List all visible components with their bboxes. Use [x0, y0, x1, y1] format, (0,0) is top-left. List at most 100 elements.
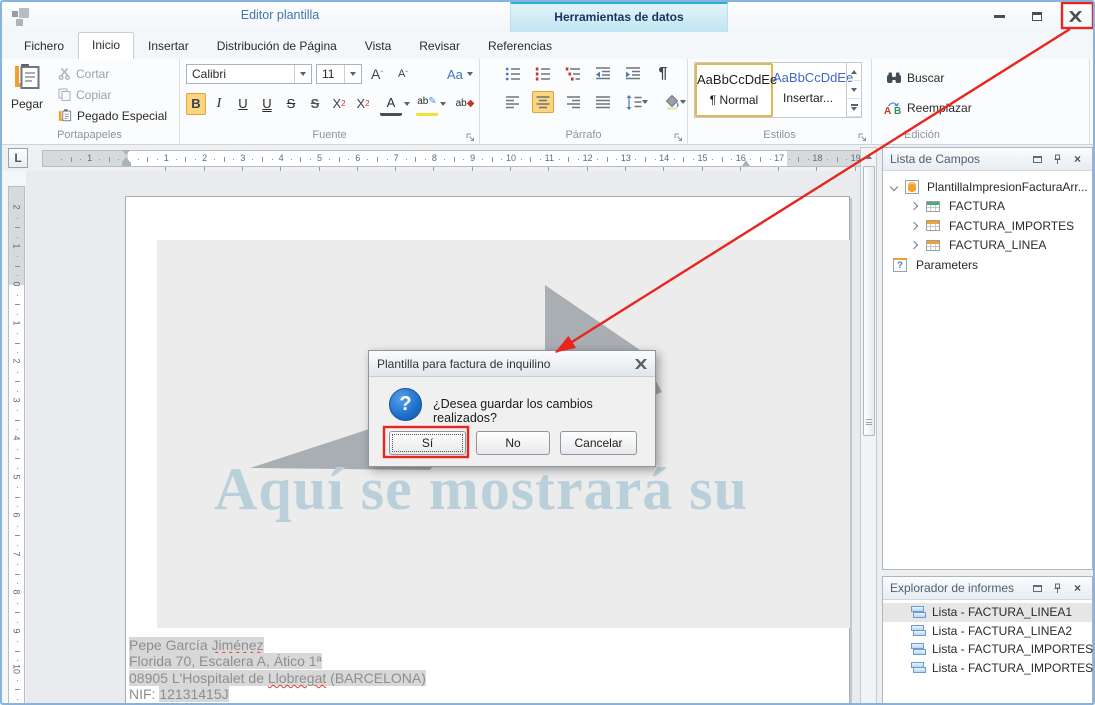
gallery-scroll-down-icon[interactable] — [847, 81, 861, 99]
increase-indent-button[interactable] — [622, 63, 644, 85]
right-indent-marker[interactable] — [742, 160, 750, 166]
restore-button[interactable] — [1027, 8, 1047, 24]
report-explorer-header[interactable]: Explorador de informes × — [883, 577, 1092, 600]
multilevel-list-button[interactable] — [562, 63, 584, 85]
report-list-item[interactable]: Lista - FACTURA_LINEA1 — [883, 603, 1092, 622]
font-size-combo[interactable]: 11 — [316, 64, 362, 84]
merge-field[interactable]: 08905 L'Hospitalet de — [129, 670, 268, 686]
tree-node-datasource[interactable]: PlantillaImpresionFacturaArr... — [883, 177, 1092, 197]
double-strikethrough-button[interactable]: S — [304, 93, 326, 115]
style-insertar[interactable]: AaBbCcDdEe Insertar... — [773, 63, 843, 117]
horizontal-ruler[interactable]: 112345678910111213141516171819 — [42, 150, 862, 167]
change-case-button[interactable]: Aa — [446, 63, 474, 85]
dialog-close-icon[interactable] — [635, 359, 647, 369]
report-list-item[interactable]: Lista - FACTURA_LINEA2 — [883, 622, 1092, 641]
bullet-list-button[interactable] — [502, 63, 524, 85]
align-right-button[interactable] — [562, 91, 584, 113]
close-button[interactable] — [1065, 8, 1085, 24]
close-panel-button[interactable]: × — [1070, 152, 1085, 166]
shrink-font-button[interactable]: Aˇ — [392, 63, 414, 85]
first-line-indent-marker[interactable] — [122, 150, 130, 155]
style-normal[interactable]: AaBbCcDdEe ¶ Normal — [695, 63, 773, 117]
cut-button[interactable]: Cortar — [58, 63, 167, 84]
font-name-combo[interactable]: Calibri — [186, 64, 312, 84]
no-button[interactable]: No — [476, 431, 550, 455]
paste-special-button[interactable]: Pegado Especial — [58, 105, 167, 126]
yes-button[interactable]: Sí — [389, 431, 466, 455]
highlight-dropdown-icon[interactable] — [440, 102, 446, 106]
merge-field[interactable]: Florida 70, Escalera A, Ático 1ª — [129, 653, 322, 669]
chevron-down-icon[interactable] — [890, 183, 898, 191]
replace-button[interactable]: AB Reemplazar — [884, 97, 972, 118]
tab-vista[interactable]: Vista — [351, 34, 405, 58]
font-color-button[interactable]: A — [380, 91, 402, 116]
merge-field[interactable]: Llobregat — [268, 670, 326, 686]
font-name-dropdown-icon[interactable] — [294, 65, 311, 83]
tree-node-parameters[interactable]: ? Parameters — [883, 255, 1092, 275]
copy-button[interactable]: Copiar — [58, 84, 167, 105]
static-text[interactable]: NIF: — [129, 686, 159, 702]
font-size-dropdown-icon[interactable] — [344, 65, 361, 83]
vertical-ruler[interactable]: 21012345678910 — [8, 186, 25, 705]
scroll-up-button[interactable] — [862, 149, 875, 164]
tab-stop-selector[interactable]: L — [8, 148, 28, 168]
parrafo-dialog-launcher-icon[interactable] — [674, 131, 684, 141]
pin-panel-button[interactable] — [1050, 152, 1065, 166]
decrease-indent-button[interactable] — [592, 63, 614, 85]
tree-node-factura[interactable]: FACTURA — [883, 197, 1092, 217]
merge-field[interactable]: Jiménez — [212, 637, 264, 653]
show-marks-button[interactable]: ¶ — [652, 63, 674, 85]
align-left-button[interactable] — [502, 91, 524, 113]
document-vertical-scrollbar[interactable] — [860, 147, 877, 705]
strikethrough-button[interactable]: S — [280, 93, 302, 115]
justify-button[interactable] — [592, 91, 614, 113]
maximize-panel-button[interactable] — [1030, 152, 1045, 166]
report-list-item[interactable]: Lista - FACTURA_IMPORTES1 — [883, 640, 1092, 659]
merge-field[interactable]: 12131415J — [159, 686, 228, 702]
report-list-item[interactable]: Lista - FACTURA_IMPORTES2 — [883, 659, 1092, 678]
minimize-button[interactable] — [989, 8, 1009, 24]
tree-node-factura-linea[interactable]: FACTURA_LINEA — [883, 236, 1092, 256]
italic-button[interactable]: I — [208, 93, 230, 115]
grow-font-button[interactable]: Aˆ — [366, 63, 388, 85]
left-indent-marker[interactable] — [122, 162, 131, 166]
tab-fichero[interactable]: Fichero — [10, 34, 78, 58]
estilos-dialog-launcher-icon[interactable] — [858, 131, 868, 141]
merge-field[interactable]: Pepe García — [129, 637, 212, 653]
scrollbar-thumb[interactable] — [863, 166, 875, 436]
close-panel-button[interactable]: × — [1070, 581, 1085, 595]
highlight-button[interactable]: ab✎ — [416, 91, 438, 116]
tab-revisar[interactable]: Revisar — [405, 34, 474, 58]
fuente-dialog-launcher-icon[interactable] — [466, 131, 476, 141]
underline-button[interactable]: U — [232, 93, 254, 115]
dialog-title-bar[interactable]: Plantilla para factura de inquilino — [369, 351, 655, 377]
subscript-button[interactable]: X2 — [352, 93, 374, 115]
numbered-list-button[interactable] — [532, 63, 554, 85]
chevron-right-icon[interactable] — [910, 222, 918, 230]
chevron-right-icon[interactable] — [910, 241, 918, 249]
cancel-button[interactable]: Cancelar — [560, 431, 637, 455]
tab-insertar[interactable]: Insertar — [134, 34, 203, 58]
shading-button[interactable] — [660, 91, 690, 113]
chevron-right-icon[interactable] — [910, 202, 918, 210]
bold-button[interactable]: B — [186, 93, 206, 115]
superscript-button[interactable]: X2 — [328, 93, 350, 115]
tab-inicio[interactable]: Inicio — [78, 32, 134, 59]
field-list-header[interactable]: Lista de Campos × — [883, 148, 1092, 171]
tree-node-factura-importes[interactable]: FACTURA_IMPORTES — [883, 216, 1092, 236]
line-spacing-button[interactable] — [622, 91, 652, 113]
double-underline-button[interactable]: U — [256, 93, 278, 115]
address-block[interactable]: Pepe García Jiménez Florida 70, Escalera… — [129, 637, 426, 703]
clear-formatting-button[interactable]: ab◆ — [454, 93, 476, 115]
font-color-dropdown-icon[interactable] — [404, 102, 410, 106]
gallery-scroll-up-icon[interactable] — [847, 63, 861, 81]
align-center-button[interactable] — [532, 91, 554, 113]
tab-distribucion-de-pagina[interactable]: Distribución de Página — [203, 34, 351, 58]
gallery-more-icon[interactable] — [847, 99, 861, 117]
pin-panel-button[interactable] — [1050, 581, 1065, 595]
styles-gallery-scrollbar[interactable] — [846, 63, 861, 117]
paste-button[interactable]: Pegar — [4, 61, 50, 127]
merge-field[interactable]: (BARCELONA) — [326, 670, 426, 686]
tab-referencias[interactable]: Referencias — [474, 34, 566, 58]
find-button[interactable]: Buscar — [886, 67, 944, 88]
